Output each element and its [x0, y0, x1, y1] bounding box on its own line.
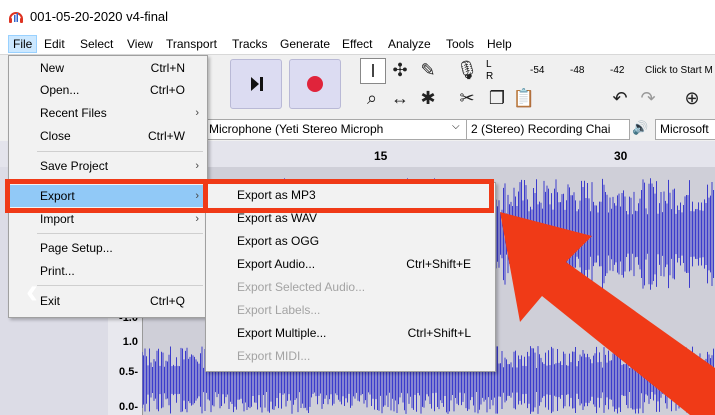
meter-tick: -48 — [570, 65, 585, 76]
meter-l: L — [486, 59, 492, 70]
double-arrow-icon: ↔ — [391, 88, 409, 108]
menu-item-recent-files[interactable]: Recent Files › — [9, 102, 207, 124]
chevron-down-icon: ⌵ — [452, 121, 460, 132]
menu-item-new[interactable]: New Ctrl+N — [9, 57, 207, 79]
audacity-logo-icon — [9, 12, 23, 23]
microphone-icon: 🎙 — [455, 60, 479, 80]
multi-tool[interactable]: ✱ — [416, 86, 440, 110]
submenu-arrow-icon: › — [195, 107, 199, 119]
recording-channels-select[interactable]: 2 (Stereo) Recording Chai — [466, 119, 630, 140]
submenu-arrow-icon: › — [195, 160, 199, 172]
recording-device-select[interactable]: Microphone (Yeti Stereo Microph — [204, 119, 468, 140]
menu-item-export-selected-audio[interactable]: Export Selected Audio... — [206, 276, 495, 298]
window-title: 001-05-20-2020 v4-final — [30, 9, 169, 24]
meter-hint: Click to Start M — [645, 65, 713, 76]
menu-separator — [37, 233, 203, 234]
menu-tools[interactable]: Tools — [442, 36, 478, 52]
menu-edit[interactable]: Edit — [40, 36, 69, 52]
skip-to-end-button[interactable] — [230, 59, 282, 109]
recording-device-value: Microphone (Yeti Stereo Microph — [209, 122, 384, 136]
magnifier-icon: ⌕ — [366, 88, 378, 108]
menu-item-open[interactable]: Open... Ctrl+O — [9, 79, 207, 101]
menu-item-page-setup[interactable]: Page Setup... — [9, 237, 207, 259]
record-meter-button[interactable]: 🎙 — [455, 58, 479, 82]
menu-effect[interactable]: Effect — [338, 36, 376, 52]
draw-tool[interactable]: ✎ — [416, 58, 440, 82]
copy-button[interactable]: ❐ — [485, 86, 509, 110]
menu-separator — [37, 151, 203, 152]
menu-item-export-ogg[interactable]: Export as OGG — [206, 230, 495, 252]
menu-help[interactable]: Help — [483, 36, 516, 52]
back-chevron-icon[interactable]: ‹ — [26, 270, 38, 312]
time-shift-tool[interactable]: ↔ — [388, 86, 412, 110]
menu-item-export-midi[interactable]: Export MIDI... — [206, 345, 495, 367]
speaker-icon: 🔊 — [632, 120, 649, 135]
menu-analyze[interactable]: Analyze — [384, 36, 435, 52]
skip-end-icon — [251, 77, 263, 91]
menu-transport[interactable]: Transport — [162, 36, 221, 52]
selection-tool[interactable]: I — [360, 58, 386, 84]
menu-file[interactable]: File — [8, 35, 38, 53]
zoom-in-button[interactable]: ⊕ — [680, 86, 704, 110]
paste-icon: 📋 — [512, 88, 536, 108]
menu-bar: File Edit Select View Transport Tracks G… — [0, 34, 715, 55]
ruler-tick: 15 — [374, 149, 388, 163]
meter-tick: -54 — [530, 65, 545, 76]
menu-view[interactable]: View — [123, 36, 157, 52]
copy-icon: ❐ — [488, 88, 506, 108]
zoom-in-icon: ⊕ — [684, 88, 700, 108]
undo-button[interactable]: ↶ — [608, 86, 632, 110]
scale-label: 1.0 — [122, 336, 138, 348]
menu-item-save-project[interactable]: Save Project › — [9, 155, 207, 177]
scale-label: 0.0- — [119, 401, 138, 413]
cut-button[interactable]: ✂ — [455, 86, 479, 110]
menu-item-export-multiple[interactable]: Export Multiple... Ctrl+Shift+L — [206, 322, 495, 344]
menu-generate[interactable]: Generate — [276, 36, 334, 52]
menu-separator — [37, 285, 203, 286]
mp3-highlight-box — [203, 179, 494, 213]
scale-label: 0.5- — [119, 366, 138, 378]
redo-button[interactable]: ↷ — [636, 86, 660, 110]
redo-icon: ↷ — [640, 88, 656, 108]
export-highlight-box — [5, 179, 208, 213]
envelope-tool[interactable]: ✣ — [388, 58, 412, 82]
menu-item-export-labels[interactable]: Export Labels... — [206, 299, 495, 321]
menu-select[interactable]: Select — [76, 36, 117, 52]
meter-r: R — [486, 71, 494, 82]
record-icon — [307, 76, 323, 92]
playback-device-select[interactable]: Microsoft — [655, 119, 715, 140]
scissors-icon: ✂ — [459, 88, 475, 108]
menu-item-close[interactable]: Close Ctrl+W — [9, 125, 207, 147]
meter-tick: -42 — [610, 65, 625, 76]
title-bar: 001-05-20-2020 v4-final — [0, 0, 715, 34]
paste-button[interactable]: 📋 — [512, 86, 536, 110]
ruler-tick: 30 — [614, 149, 628, 163]
asterisk-icon: ✱ — [420, 88, 436, 108]
i-beam-icon: I — [370, 61, 376, 81]
record-meter[interactable]: L R -54 -48 -42 Click to Start M — [486, 59, 715, 83]
pencil-icon: ✎ — [420, 60, 436, 80]
undo-icon: ↶ — [612, 88, 628, 108]
menu-item-exit[interactable]: Exit Ctrl+Q — [9, 290, 207, 312]
playback-device-value: Microsoft — [660, 122, 709, 136]
record-button[interactable] — [289, 59, 341, 109]
menu-tracks[interactable]: Tracks — [228, 36, 272, 52]
envelope-icon: ✣ — [392, 60, 408, 80]
menu-item-print[interactable]: Print... — [9, 260, 207, 282]
menu-item-export-audio[interactable]: Export Audio... Ctrl+Shift+E — [206, 253, 495, 275]
zoom-tool[interactable]: ⌕ — [360, 86, 384, 110]
recording-channels-value: 2 (Stereo) Recording Chai — [471, 122, 611, 136]
